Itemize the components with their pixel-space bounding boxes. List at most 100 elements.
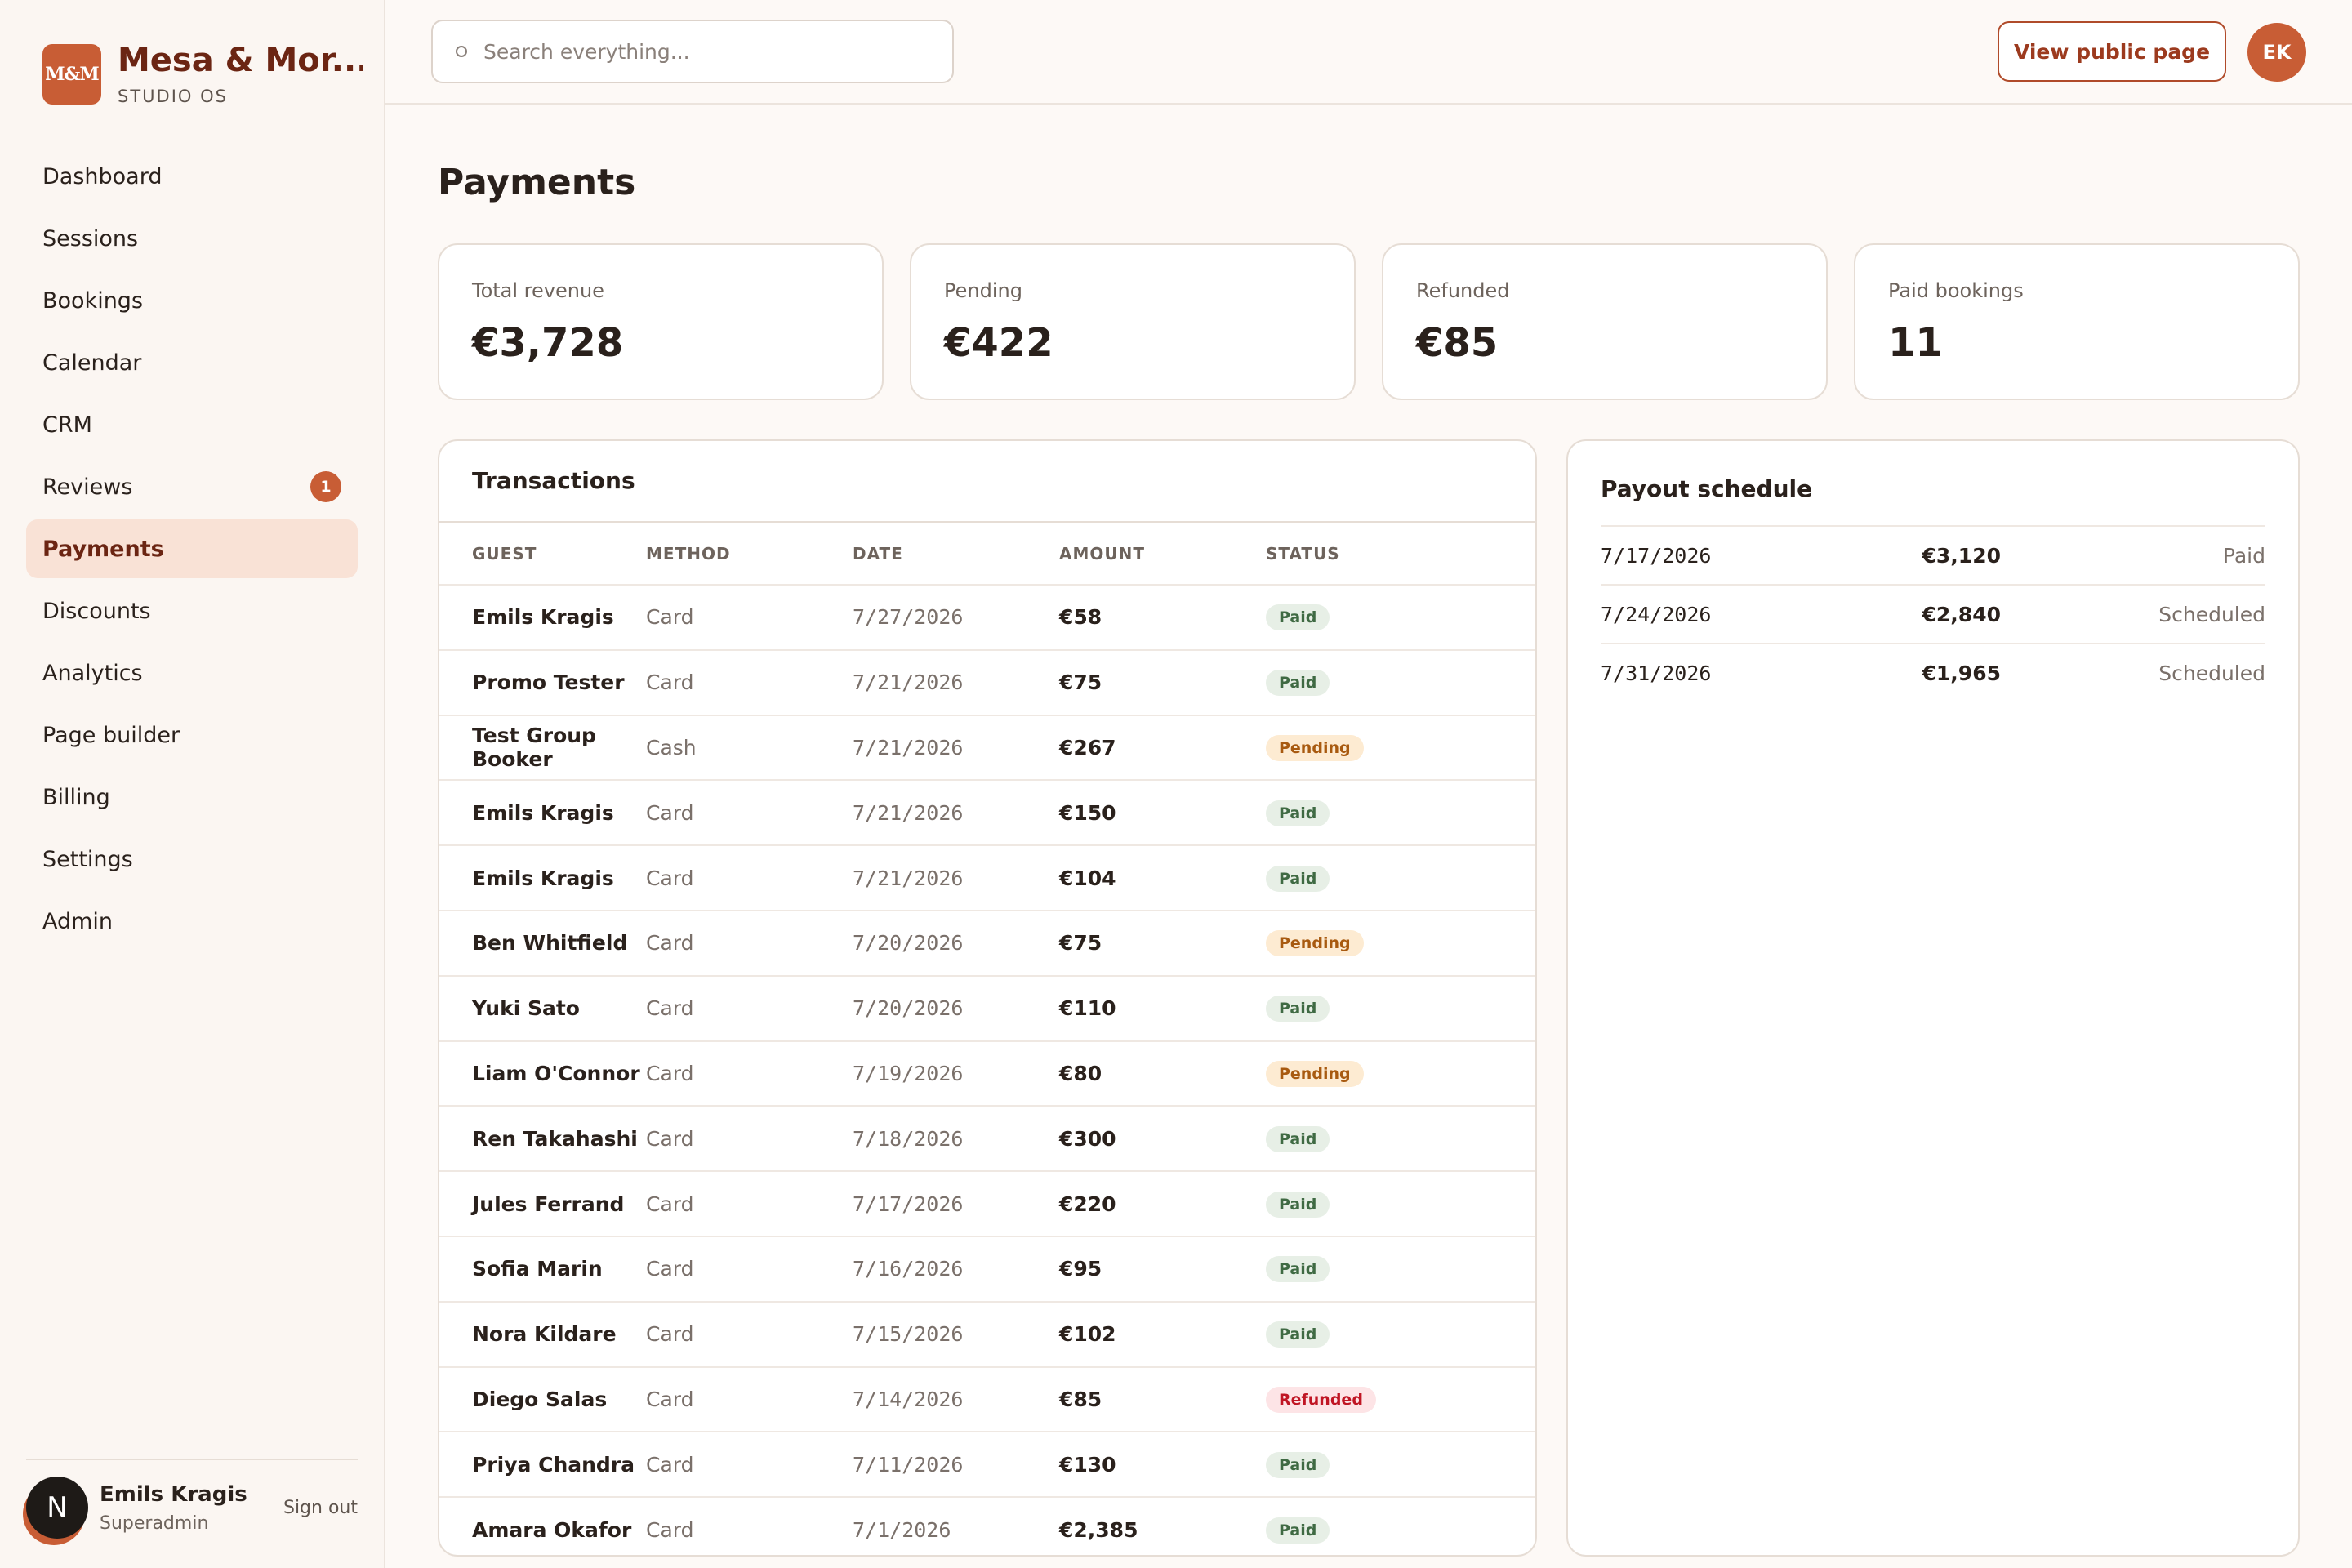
sidebar-item-label: Analytics (42, 660, 143, 686)
cell-date: 7/1/2026 (853, 1518, 951, 1543)
sidebar-item-crm[interactable]: CRM (26, 395, 358, 454)
page-title: Payments (438, 162, 636, 203)
sidebar-item-page-builder[interactable]: Page builder (26, 706, 358, 764)
status-badge: Pending (1266, 930, 1364, 957)
sidebar-item-discounts[interactable]: Discounts (26, 581, 358, 640)
cell-status: Paid (1266, 649, 1535, 716)
cell-guest: Amara Okafor (472, 1518, 632, 1543)
cell-guest: Ben Whitfield (439, 910, 646, 977)
view-public-page-button[interactable]: View public page (1998, 21, 2226, 82)
cell-status: Pending (1266, 1040, 1535, 1107)
table-row[interactable]: Yuki Sato Card 7/20/2026 €110 Paid (439, 975, 1535, 1042)
table-row[interactable]: Liam O'Connor Card 7/19/2026 €80 Pending (439, 1040, 1535, 1107)
cell-method: Card (646, 1106, 853, 1173)
sidebar-item-label: Reviews (42, 474, 133, 500)
stat-label: Refunded (1416, 279, 1510, 302)
cell-amount: €150 (1059, 780, 1266, 847)
user-avatar[interactable]: N (26, 1477, 88, 1539)
payout-list: 7/17/2026 €3,120 Paid 7/24/2026 €2,840 Schedu… (1601, 525, 2265, 702)
search-box[interactable] (431, 20, 954, 83)
table-row[interactable]: Sofia Marin Card 7/16/2026 €95 Paid (439, 1236, 1535, 1303)
cell-method: Card (646, 780, 853, 847)
cell-method: Cash (646, 715, 853, 782)
cell-amount: €2,385 (1059, 1518, 1138, 1543)
table-row[interactable]: Nora Kildare Card 7/15/2026 €102 Paid (439, 1301, 1535, 1368)
user-box: N Emils Kragis Superadmin Sign out (26, 1459, 358, 1539)
status-badge: Paid (1266, 1517, 1330, 1544)
payout-date: 7/24/2026 (1601, 602, 1712, 626)
sidebar-item-label: Sessions (42, 225, 139, 252)
status-badge: Refunded (1266, 1386, 1376, 1413)
cell-guest: Priya Chandra (439, 1432, 646, 1499)
sidebar-item-settings[interactable]: Settings (26, 830, 358, 889)
cell-method: Card (646, 1301, 853, 1368)
sidebar-item-payments[interactable]: Payments (26, 519, 358, 578)
table-row[interactable]: Promo Tester Card 7/21/2026 €75 Paid (439, 649, 1535, 716)
cell-method: Card (646, 1236, 853, 1303)
top-bar: View public page EK (385, 0, 2352, 105)
user-role: Superadmin (100, 1512, 209, 1534)
brand[interactable]: M&M Mesa & Mor... STUDIO OS (42, 42, 363, 106)
cell-amount: €75 (1059, 649, 1266, 716)
sidebar-item-admin[interactable]: Admin (26, 892, 358, 951)
cell-status: Paid (1266, 1301, 1535, 1368)
cell-amount: €80 (1059, 1040, 1266, 1107)
table-row[interactable]: Emils Kragis Card 7/21/2026 €104 Paid (439, 845, 1535, 911)
table-row[interactable]: Ren Takahashi Card 7/18/2026 €300 Paid (439, 1106, 1535, 1173)
status-badge: Paid (1266, 604, 1330, 631)
cell-date: 7/21/2026 (853, 845, 1059, 911)
table-row[interactable]: Diego Salas Card 7/14/2026 €85 Refunded (439, 1366, 1535, 1433)
transactions-table: GUEST METHOD DATE AMOUNT STATUS Emils Kr… (439, 523, 1535, 1555)
stat-card-total-revenue: Total revenue €3,728 (438, 243, 884, 400)
cell-guest: Diego Salas (439, 1366, 646, 1433)
cell-guest: Nora Kildare (439, 1301, 646, 1368)
payout-status: Scheduled (2158, 661, 2265, 685)
sidebar-item-label: Discounts (42, 598, 151, 624)
cell-status: Paid (1266, 845, 1535, 911)
cell-status: Paid (1266, 1106, 1535, 1173)
table-row[interactable]: Test Group Booker Cash 7/21/2026 €267 Pendin… (439, 715, 1535, 782)
table-row[interactable]: Emils Kragis Card 7/27/2026 €58 Paid (439, 585, 1535, 651)
column-header-amount: AMOUNT (1059, 523, 1266, 586)
stat-value: €422 (944, 320, 1054, 366)
table-row[interactable]: Ben Whitfield Card 7/20/2026 €75 Pending (439, 910, 1535, 977)
sidebar-item-billing[interactable]: Billing (26, 768, 358, 826)
sign-out-button[interactable]: Sign out (283, 1498, 358, 1518)
account-avatar[interactable]: EK (2247, 23, 2306, 82)
sidebar-item-bookings[interactable]: Bookings (26, 271, 358, 330)
payout-date: 7/17/2026 (1601, 543, 1712, 568)
cell-date: 7/21/2026 (853, 780, 1059, 847)
table-row[interactable]: Emils Kragis Card 7/21/2026 €150 Paid (439, 780, 1535, 847)
cell-guest: Test Group Booker (439, 715, 646, 782)
payout-row: 7/24/2026 €2,840 Scheduled (1601, 584, 2265, 643)
cell-amount: €267 (1059, 715, 1266, 782)
status-badge: Paid (1266, 1256, 1330, 1283)
sidebar-item-dashboard[interactable]: Dashboard (26, 147, 358, 206)
sidebar-item-sessions[interactable]: Sessions (26, 209, 358, 268)
brand-name: Mesa & Mor... (118, 42, 363, 78)
cell-status: Paid (1266, 780, 1535, 847)
status-badge: Paid (1266, 1125, 1330, 1152)
payout-date: 7/31/2026 (1601, 661, 1712, 685)
cell-amount: €104 (1059, 845, 1266, 911)
cell-method: Card (646, 585, 853, 651)
table-row[interactable]: Priya Chandra Card 7/11/2026 €130 Paid (439, 1432, 1535, 1499)
payout-amount: €1,965 (1922, 661, 2001, 685)
sidebar-item-label: Calendar (42, 350, 142, 376)
sidebar-item-reviews[interactable]: Reviews 1 (26, 457, 358, 516)
cell-date: 7/21/2026 (853, 649, 1059, 716)
cell-guest: Yuki Sato (439, 975, 646, 1042)
payout-status: Scheduled (2158, 602, 2265, 626)
search-input[interactable] (483, 39, 941, 64)
status-badge: Paid (1266, 865, 1330, 892)
sidebar-item-analytics[interactable]: Analytics (26, 644, 358, 702)
sidebar-item-label: CRM (42, 412, 92, 438)
cell-date: 7/16/2026 (853, 1236, 1059, 1303)
cell-status: Pending (1266, 910, 1535, 977)
sidebar: M&M Mesa & Mor... STUDIO OS Dashboard Se… (0, 0, 385, 1568)
table-row[interactable]: Amara Okafor Card 7/1/2026 €2,385 Paid (439, 1497, 1535, 1555)
cell-status: Paid (1266, 1171, 1535, 1237)
sidebar-item-calendar[interactable]: Calendar (26, 333, 358, 392)
status-badge: Paid (1266, 800, 1330, 826)
table-row[interactable]: Jules Ferrand Card 7/17/2026 €220 Paid (439, 1171, 1535, 1237)
